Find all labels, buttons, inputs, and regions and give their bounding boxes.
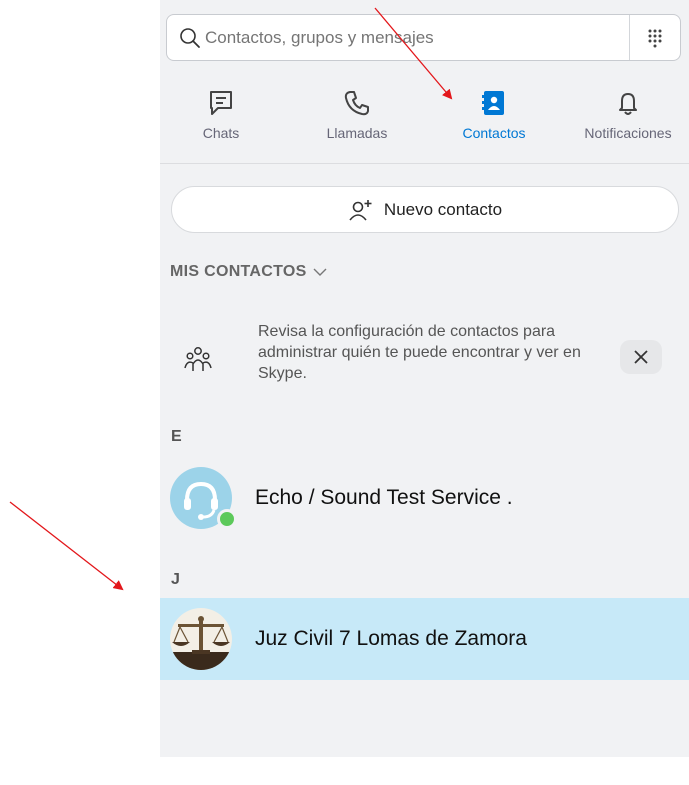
new-contact-label: Nuevo contacto	[383, 199, 503, 219]
contact-row-echo[interactable]: Echo / Sound Test Service .	[160, 457, 689, 539]
tab-label: Llamadas	[326, 125, 388, 141]
tab-label: Chats	[202, 125, 240, 141]
contact-name: Echo / Sound Test Service .	[255, 486, 513, 509]
dialpad-icon[interactable]	[643, 26, 667, 50]
search-bar[interactable]	[166, 14, 681, 61]
scales-of-justice-icon	[170, 616, 232, 670]
tab-notifications[interactable]: Notificaciones	[573, 88, 683, 141]
search-divider	[629, 15, 630, 60]
chevron-down-icon	[313, 268, 327, 276]
tab-contacts[interactable]: Contactos	[439, 88, 549, 141]
contact-name: Juz Civil 7 Lomas de Zamora	[255, 627, 527, 650]
chat-icon	[210, 91, 232, 115]
contacts-settings-notice: Revisa la configuración de contactos par…	[258, 323, 581, 382]
tabs-divider	[160, 163, 689, 164]
group-letter: E	[171, 428, 182, 445]
close-icon	[634, 350, 648, 364]
close-notice-button[interactable]	[620, 340, 662, 374]
section-title: MIS CONTACTOS	[170, 263, 307, 280]
search-input[interactable]	[205, 15, 625, 60]
people-group-icon	[184, 347, 212, 371]
new-contact-button[interactable]: Nuevo contacto	[171, 186, 679, 233]
page-background	[0, 757, 689, 785]
search-icon	[180, 28, 200, 48]
group-letter: J	[171, 571, 180, 588]
online-status-indicator	[217, 509, 237, 529]
my-contacts-header[interactable]: MIS CONTACTOS	[170, 263, 327, 281]
contacts-icon	[482, 91, 504, 115]
bell-icon	[619, 93, 637, 115]
contact-row-juz-civil[interactable]: Juz Civil 7 Lomas de Zamora	[160, 598, 689, 680]
tab-label: Notificaciones	[584, 125, 672, 141]
tab-calls[interactable]: Llamadas	[302, 88, 412, 141]
phone-icon	[344, 91, 369, 116]
annotation-arrow-contact-row	[9, 501, 124, 591]
tab-label: Contactos	[462, 125, 526, 141]
tab-chats[interactable]: Chats	[166, 88, 276, 141]
add-contact-icon	[349, 199, 372, 221]
avatar	[170, 608, 232, 670]
